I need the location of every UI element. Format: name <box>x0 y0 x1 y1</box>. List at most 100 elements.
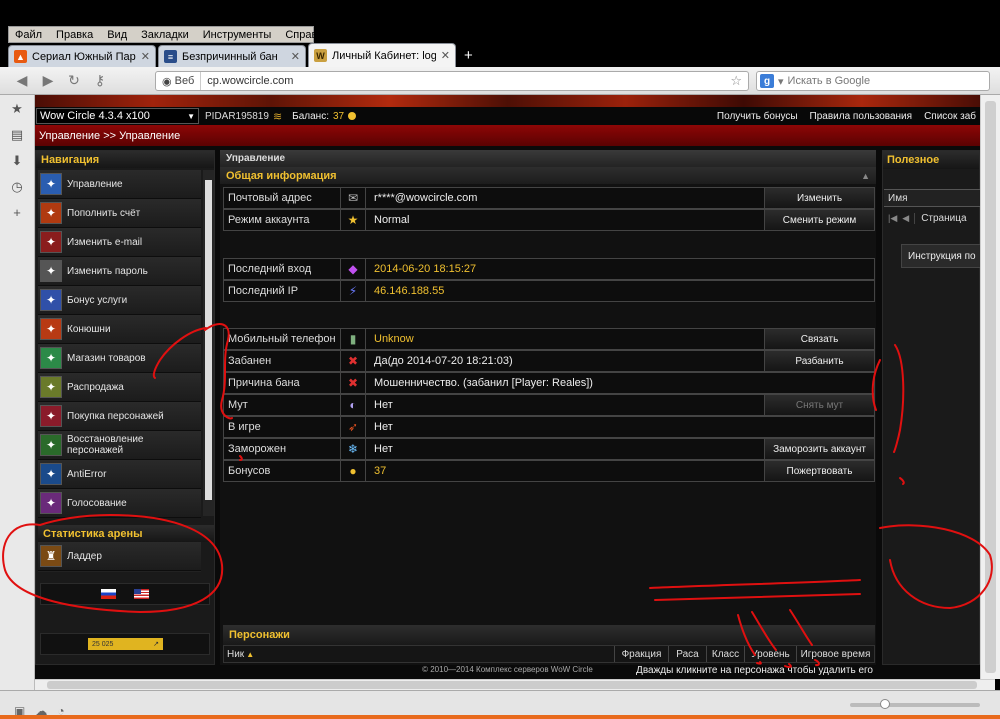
col-faction[interactable]: Фракция <box>614 646 668 662</box>
col-class[interactable]: Класс <box>706 646 744 662</box>
close-tab-icon[interactable]: ✕ <box>291 50 300 63</box>
realm-select[interactable]: Wow Circle 4.3.4 x100 ▼ <box>36 108 199 124</box>
balance-value: 37 <box>332 110 345 122</box>
top-links: Получить бонусы Правила пользования Спис… <box>717 111 980 122</box>
tab-southpark[interactable]: ▲ Сериал Южный Парк ... ✕ <box>8 45 156 67</box>
search-engine-dropdown-icon[interactable]: ▾ <box>778 75 784 88</box>
tab-title: Личный Кабинет: logo... <box>332 49 436 62</box>
google-icon[interactable]: g <box>760 74 774 88</box>
buy-character-icon: ✦ <box>40 405 62 427</box>
taskbar-strip <box>0 715 1000 719</box>
scrollbar-thumb[interactable] <box>985 101 996 673</box>
sidebar-item-bonus[interactable]: ✦ Бонус услуги <box>38 286 201 315</box>
row-value: Normal <box>374 214 410 226</box>
info-row-frozen: Заморожен ❄ Нет Заморозить аккаунт <box>223 438 875 460</box>
close-tab-icon[interactable]: ✕ <box>441 49 450 62</box>
sidebar-item-email[interactable]: ✦ Изменить e-mail <box>38 228 201 257</box>
coin-icon <box>348 112 357 120</box>
menu-edit[interactable]: Правка <box>56 29 93 41</box>
col-playtime[interactable]: Игровое время <box>796 646 874 662</box>
page-label: Страница <box>914 212 967 224</box>
address-bar[interactable]: ◉ Веб cp.wowcircle.com ☆ <box>155 71 749 91</box>
stables-icon: ✦ <box>40 318 62 340</box>
russian-flag-icon[interactable] <box>101 589 116 599</box>
scrollbar-thumb[interactable] <box>47 681 977 689</box>
name-column-header[interactable]: Имя <box>884 189 980 207</box>
nav-scrollbar[interactable] <box>203 170 214 516</box>
col-nick[interactable]: Ник ▲ <box>224 646 614 662</box>
col-race[interactable]: Раса <box>668 646 706 662</box>
new-tab-icon[interactable]: + <box>464 47 473 64</box>
sidebar-item-vote[interactable]: ✦ Голосование <box>38 489 201 518</box>
collapse-icon[interactable]: ▲ <box>861 171 870 181</box>
get-bonuses-link[interactable]: Получить бонусы <box>717 111 798 122</box>
rules-link[interactable]: Правила пользования <box>810 111 913 122</box>
sidebar-item-restore-character[interactable]: ✦ Восстановление персонажей <box>38 431 201 460</box>
counter-badge[interactable]: 25 025 ↗ <box>88 638 163 650</box>
notes-icon[interactable]: ▤ <box>11 127 23 143</box>
sidebar-item-stables[interactable]: ✦ Конюшни <box>38 315 201 344</box>
web-indicator[interactable]: ◉ Веб <box>156 72 202 90</box>
history-icon[interactable]: ◷ <box>11 179 22 195</box>
scrollbar-thumb[interactable] <box>205 180 212 500</box>
ban-list-link[interactable]: Список заб <box>924 111 976 122</box>
info-row-last-login: Последний вход ◆ 2014-06-20 18:15:27 <box>223 258 875 280</box>
col-level[interactable]: Уровень <box>744 646 796 662</box>
row-action-button[interactable]: Связать <box>764 329 874 349</box>
sidebar-item-sale[interactable]: ✦ Распродажа <box>38 373 201 402</box>
menu-view[interactable]: Вид <box>107 29 127 41</box>
bookmark-star-icon[interactable]: ☆ <box>730 73 748 89</box>
row-label: Последний вход <box>224 259 341 279</box>
key-icon[interactable]: ⚷ <box>92 72 108 89</box>
main-content: Управление Общая информация ▲ Почтовый а… <box>220 150 876 676</box>
sidebar-item-deposit[interactable]: ✦ Пополнить счёт <box>38 199 201 228</box>
row-value: 37 <box>374 465 387 477</box>
row-value: Unknow <box>374 333 414 345</box>
first-page-icon[interactable]: |◀ <box>888 213 897 224</box>
menu-bookmarks[interactable]: Закладки <box>141 29 189 41</box>
shop-icon: ✦ <box>40 347 62 369</box>
deposit-icon: ✦ <box>40 202 62 224</box>
menu-tools[interactable]: Инструменты <box>203 29 272 41</box>
row-action-button[interactable]: Снять мут <box>764 395 874 415</box>
add-panel-icon[interactable]: + <box>13 205 21 220</box>
sidebar-item-buy-character[interactable]: ✦ Покупка персонажей <box>38 402 201 431</box>
search-box[interactable]: g ▾ Искать в Google <box>756 71 990 91</box>
arena-item-ladder[interactable]: ♜ Ладдер <box>38 542 201 571</box>
back-icon[interactable]: ◀ <box>14 72 30 89</box>
page-vertical-scrollbar[interactable] <box>980 95 1000 679</box>
southpark-favicon-icon: ▲ <box>14 50 27 63</box>
menu-file[interactable]: Файл <box>15 29 42 41</box>
sidebar-item-shop[interactable]: ✦ Магазин товаров <box>38 344 201 373</box>
row-action-button[interactable]: Сменить режим <box>764 210 874 230</box>
arena-list: ♜ Ладдер <box>38 542 201 572</box>
instruction-link[interactable]: Инструкция по <box>901 244 980 268</box>
reload-icon[interactable]: ↻ <box>66 72 82 89</box>
english-flag-icon[interactable] <box>134 589 149 599</box>
sidebar-item-password[interactable]: ✦ Изменить пароль <box>38 257 201 286</box>
prev-page-icon[interactable]: ◀ <box>902 213 909 224</box>
row-action-button[interactable]: Пожертвовать <box>764 461 874 481</box>
row-action-button[interactable]: Заморозить аккаунт <box>764 439 874 459</box>
row-label: Почтовый адрес <box>224 188 341 208</box>
row-action-button[interactable]: Изменить <box>764 188 874 208</box>
page-horizontal-scrollbar[interactable] <box>35 679 995 690</box>
tab-cabinet[interactable]: W Личный Кабинет: logo... ✕ <box>308 43 456 67</box>
row-action-button[interactable]: Разбанить <box>764 351 874 371</box>
tab-ban[interactable]: ≡ Безпричинный бан ✕ <box>158 45 306 67</box>
sidebar-item-management[interactable]: ✦ Управление <box>38 170 201 199</box>
sidebar-item-antierror[interactable]: ✦ AntiError <box>38 460 201 489</box>
zoom-slider[interactable] <box>850 699 980 709</box>
downloads-icon[interactable]: ⬇ <box>12 153 23 169</box>
forward-icon[interactable]: ▶ <box>40 72 56 89</box>
url-text[interactable]: cp.wowcircle.com <box>201 75 730 87</box>
bookmarks-star-icon[interactable]: ★ <box>11 101 23 117</box>
sidebar-item-label: AntiError <box>67 468 107 480</box>
pager: |◀ ◀ Страница <box>884 209 980 227</box>
zoom-knob[interactable] <box>880 699 890 709</box>
close-tab-icon[interactable]: ✕ <box>141 50 150 63</box>
sidebar-item-label: Покупка персонажей <box>67 410 164 422</box>
info-row-phone: Мобильный телефон ▮ Unknow Связать <box>223 328 875 350</box>
menu-help[interactable]: Справка <box>285 29 328 41</box>
arrow-icon: ↗ <box>153 641 159 648</box>
